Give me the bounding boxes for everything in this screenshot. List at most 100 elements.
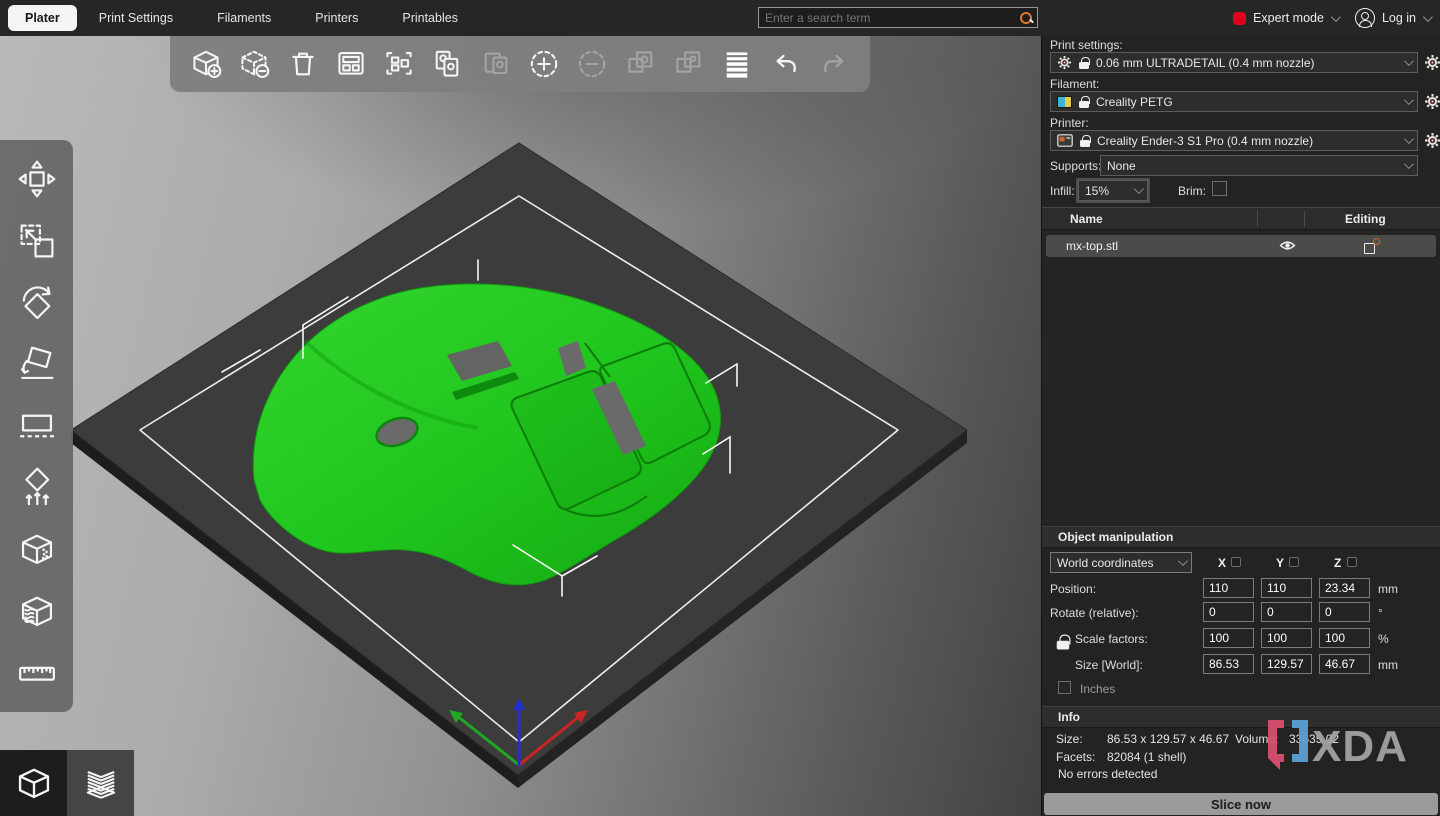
scale-y-input[interactable] (1261, 628, 1312, 648)
svg-text:XDA: XDA (1312, 722, 1408, 771)
tab-printables[interactable]: Printables (380, 5, 480, 31)
infill-combo[interactable]: 15% (1078, 180, 1148, 201)
position-y-input[interactable] (1261, 578, 1312, 598)
column-divider (1257, 211, 1258, 227)
arrange-selection-icon[interactable] (379, 44, 419, 84)
info-facets-label: Facets: (1056, 750, 1095, 764)
place-on-face-icon[interactable] (13, 340, 61, 388)
axis-x-label: X (1218, 556, 1226, 570)
object-toolbar (170, 36, 870, 92)
position-x-input[interactable] (1203, 578, 1254, 598)
object-row[interactable]: mx-top.stl (1046, 235, 1436, 257)
scale-x-input[interactable] (1203, 628, 1254, 648)
expert-mode-icon (1233, 12, 1246, 25)
axis-y-toggle[interactable] (1289, 557, 1299, 567)
seam-painting-icon[interactable] (13, 525, 61, 573)
tab-filaments[interactable]: Filaments (195, 5, 293, 31)
paint-supports-icon[interactable] (13, 464, 61, 512)
supports-combo[interactable]: None (1100, 155, 1418, 176)
scale-icon[interactable] (13, 217, 61, 265)
info-size-label: Size: (1056, 732, 1083, 746)
chevron-down-icon (1404, 134, 1414, 144)
chevron-down-icon (1404, 95, 1414, 105)
rotate-label: Rotate (relative): (1050, 606, 1139, 620)
add-object-icon[interactable] (186, 44, 226, 84)
infill-value: 15% (1085, 184, 1109, 198)
column-divider (1304, 211, 1305, 227)
copy-icon[interactable] (427, 44, 467, 84)
scale-unit: % (1378, 632, 1389, 646)
mode-selector[interactable]: Expert mode (1253, 11, 1324, 25)
editor-view-button[interactable] (0, 750, 67, 816)
printer-label: Printer: (1050, 116, 1089, 130)
rotate-icon[interactable] (13, 278, 61, 326)
size-x-input[interactable] (1203, 654, 1254, 674)
printer-combo[interactable]: Creality Ender-3 S1 Pro (0.4 mm nozzle) (1050, 130, 1418, 151)
gear-icon (1057, 55, 1072, 70)
scale-z-input[interactable] (1319, 628, 1370, 648)
uniform-scale-lock-icon[interactable] (1057, 635, 1070, 650)
position-z-input[interactable] (1319, 578, 1370, 598)
printer-icon (1057, 134, 1073, 147)
split-parts-icon (669, 44, 709, 84)
print-settings-combo[interactable]: 0.06 mm ULTRADETAIL (0.4 mm nozzle) (1050, 52, 1418, 73)
undo-icon[interactable] (766, 44, 806, 84)
move-icon[interactable] (13, 155, 61, 203)
delete-all-icon[interactable] (283, 44, 323, 84)
arrange-icon[interactable] (331, 44, 371, 84)
tab-print-settings[interactable]: Print Settings (77, 5, 195, 31)
object-list[interactable]: mx-top.stl (1042, 231, 1440, 523)
lock-icon (1080, 135, 1090, 147)
measure-icon[interactable] (13, 649, 61, 697)
filament-color-swatch (1057, 96, 1072, 108)
slice-now-button[interactable]: Slice now (1044, 793, 1438, 815)
info-volume-label: Volume: (1235, 732, 1278, 746)
axis-z-toggle[interactable] (1347, 557, 1357, 567)
object-settings-icon[interactable] (1364, 238, 1380, 254)
chevron-down-icon[interactable] (1423, 12, 1433, 22)
add-instance-icon[interactable] (524, 44, 564, 84)
tab-printers[interactable]: Printers (293, 5, 380, 31)
print-settings-gear-button[interactable] (1424, 54, 1440, 71)
user-avatar-icon[interactable] (1355, 8, 1375, 28)
printer-gear-button[interactable] (1424, 132, 1440, 149)
search-icon[interactable] (1019, 11, 1033, 25)
login-button[interactable]: Log in (1382, 11, 1416, 25)
rotate-x-input[interactable] (1203, 602, 1254, 622)
info-title: Info (1058, 710, 1080, 724)
mmu-painting-icon[interactable] (13, 587, 61, 635)
search-input[interactable] (759, 11, 1019, 25)
size-z-input[interactable] (1319, 654, 1370, 674)
position-label: Position: (1050, 582, 1096, 596)
column-name[interactable]: Name (1070, 212, 1103, 226)
cut-icon[interactable] (13, 402, 61, 450)
printer-value: Creality Ender-3 S1 Pro (0.4 mm nozzle) (1097, 134, 1313, 148)
rotate-y-input[interactable] (1261, 602, 1312, 622)
brim-checkbox[interactable] (1212, 181, 1227, 196)
chevron-down-icon (1178, 556, 1188, 566)
scene-canvas[interactable] (0, 36, 1041, 816)
search-box[interactable] (758, 7, 1038, 28)
tab-plater[interactable]: Plater (8, 5, 77, 31)
preview-view-button[interactable] (67, 750, 134, 816)
coordinates-combo[interactable]: World coordinates (1050, 552, 1192, 573)
object-list-header: Name Editing (1042, 207, 1440, 230)
axis-x-toggle[interactable] (1231, 557, 1241, 567)
delete-object-icon[interactable] (234, 44, 274, 84)
rotate-z-input[interactable] (1319, 602, 1370, 622)
filament-value: Creality PETG (1096, 95, 1173, 109)
filament-gear-button[interactable] (1424, 93, 1440, 110)
column-editing[interactable]: Editing (1345, 212, 1386, 226)
filament-combo[interactable]: Creality PETG (1050, 91, 1418, 112)
lock-icon (1079, 96, 1089, 108)
chevron-down-icon[interactable] (1331, 12, 1341, 22)
redo-icon (814, 44, 854, 84)
size-label: Size [World]: (1075, 658, 1143, 672)
viewport-3d[interactable] (0, 36, 1041, 816)
size-y-input[interactable] (1261, 654, 1312, 674)
supports-label: Supports: (1050, 159, 1101, 173)
inches-checkbox[interactable] (1058, 681, 1071, 694)
coordinates-value: World coordinates (1057, 556, 1154, 570)
variable-layer-height-icon[interactable] (717, 44, 757, 84)
visibility-eye-icon[interactable] (1279, 238, 1296, 256)
